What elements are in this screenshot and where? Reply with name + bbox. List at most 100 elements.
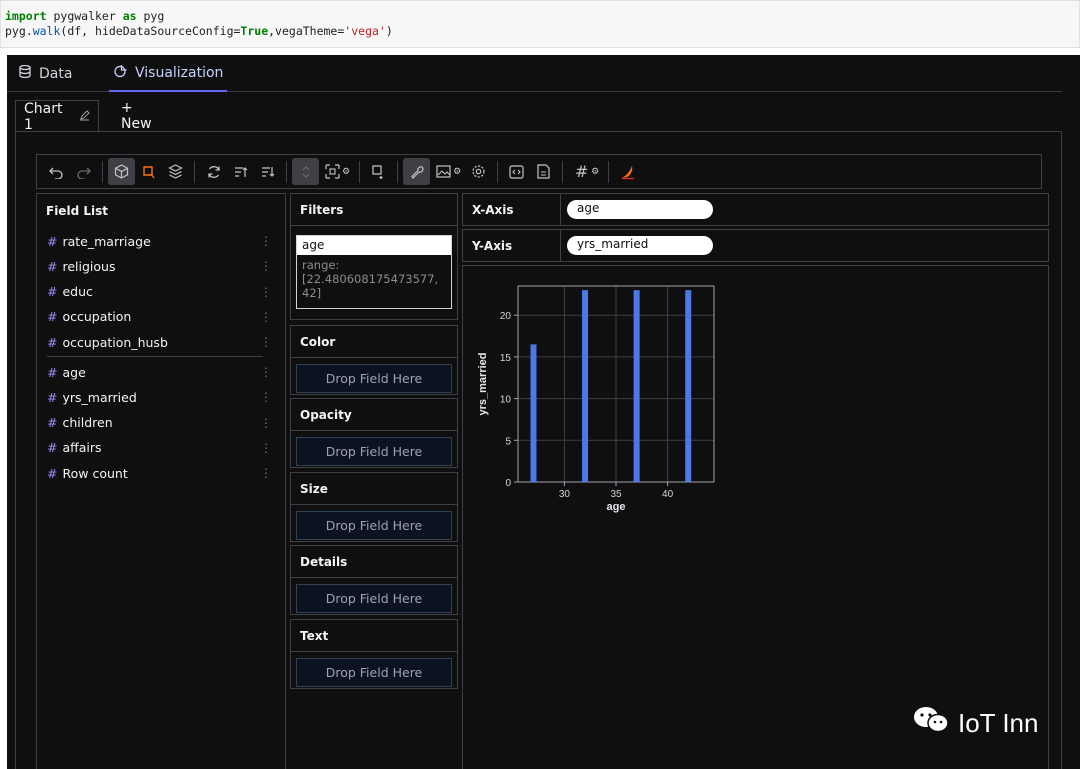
undo-icon[interactable] <box>43 158 70 185</box>
x-axis-field-pill[interactable]: age <box>567 200 713 219</box>
filters-title: Filters <box>291 194 457 226</box>
database-icon <box>19 64 31 82</box>
sort-descending-icon[interactable] <box>254 158 281 185</box>
x-tick-label: 35 <box>610 489 622 500</box>
details-drop-zone[interactable]: Drop Field Here <box>296 584 452 613</box>
toolbar-divider <box>194 160 195 183</box>
format-options-icon[interactable]: ⚙ <box>591 167 599 177</box>
bar <box>530 344 537 482</box>
code-cell[interactable]: import pygwalker as pyg pyg.walk(df, hid… <box>0 0 1080 48</box>
field-name: occupation_husb <box>62 334 168 350</box>
x-axis-label: X-Axis <box>463 194 561 225</box>
y-tick-label: 5 <box>505 436 511 447</box>
field-divider <box>47 356 263 357</box>
y-tick-label: 20 <box>500 311 512 322</box>
opacity-channel-title: Opacity <box>291 399 457 431</box>
bar <box>582 290 589 482</box>
opacity-drop-zone[interactable]: Drop Field Here <box>296 437 452 466</box>
more-options-icon[interactable]: ⋮ <box>260 310 272 324</box>
more-options-icon[interactable]: ⋮ <box>260 285 272 299</box>
toolbar-divider <box>397 160 399 183</box>
y-axis-title: yrs_married <box>477 353 489 416</box>
field-name: religious <box>62 258 116 274</box>
number-type-icon: # <box>47 233 58 249</box>
text-channel: Text Drop Field Here <box>290 619 458 689</box>
details-channel-title: Details <box>291 546 457 578</box>
number-type-icon: # <box>47 415 58 431</box>
field-item[interactable]: # Row count ⋮ <box>47 462 272 484</box>
gear-icon[interactable] <box>465 158 492 185</box>
new-chart-button[interactable]: + New <box>113 100 160 132</box>
number-type-icon: # <box>47 465 58 481</box>
y-tick-label: 15 <box>500 353 512 364</box>
redo-icon[interactable] <box>70 158 97 185</box>
filter-item-age[interactable]: age range: [22.480608175473577, 42] <box>296 235 452 309</box>
brush-select-icon[interactable] <box>365 158 392 185</box>
settings-dot-icon[interactable]: ⚙ <box>342 167 350 177</box>
chart-area: 0 5 10 15 20 30 35 40 age yrs_married <box>462 265 1049 769</box>
more-options-icon[interactable]: ⋮ <box>260 441 272 455</box>
code-export-icon[interactable] <box>503 158 530 185</box>
toolbar-divider <box>608 160 610 183</box>
export-options-icon[interactable]: ⚙ <box>453 167 461 177</box>
filter-field-name: age <box>297 236 451 255</box>
pygwalker-app: Data Visualization Chart 1 + New ⚙ ⚙ # ⚙… <box>7 55 1080 769</box>
chart-panel: ⚙ ⚙ # ⚙ Field List # rate_marriage ⋮ # relig… <box>15 131 1062 769</box>
document-icon[interactable] <box>530 158 557 185</box>
field-item[interactable]: # yrs_married ⋮ <box>47 386 272 408</box>
tab-visualization[interactable]: Visualization <box>109 55 228 92</box>
painter-wrench-icon[interactable] <box>403 158 431 185</box>
toolbar-divider <box>286 160 287 183</box>
transpose-icon[interactable] <box>292 158 319 185</box>
more-options-icon[interactable]: ⋮ <box>260 259 272 273</box>
sort-ascending-icon[interactable] <box>227 158 254 185</box>
field-name: occupation <box>62 309 132 325</box>
y-axis-shelf: Y-Axis yrs_married <box>462 229 1049 262</box>
more-options-icon[interactable]: ⋮ <box>260 466 272 480</box>
size-drop-zone[interactable]: Drop Field Here <box>296 511 452 540</box>
color-drop-zone[interactable]: Drop Field Here <box>296 364 452 393</box>
tab-data[interactable]: Data <box>19 55 72 92</box>
field-item[interactable]: # children ⋮ <box>47 412 272 434</box>
color-channel: Color Drop Field Here <box>290 325 458 395</box>
more-options-icon[interactable]: ⋮ <box>260 335 272 349</box>
number-type-icon: # <box>47 440 58 456</box>
toolbar: ⚙ ⚙ # ⚙ <box>36 154 1042 189</box>
kanaries-logo-icon[interactable] <box>614 158 641 185</box>
field-item[interactable]: # educ ⋮ <box>47 281 272 303</box>
more-options-icon[interactable]: ⋮ <box>260 416 272 430</box>
y-axis-field-pill[interactable]: yrs_married <box>567 236 713 255</box>
number-type-icon: # <box>47 258 58 274</box>
x-axis-shelf: X-Axis age <box>462 193 1049 226</box>
field-item[interactable]: # occupation_husb ⋮ <box>47 331 272 353</box>
text-drop-zone[interactable]: Drop Field Here <box>296 658 452 687</box>
stack-layers-icon[interactable] <box>162 158 189 185</box>
number-type-icon: # <box>47 389 58 405</box>
top-tabs: Data Visualization <box>7 55 1062 92</box>
field-item[interactable]: # affairs ⋮ <box>47 437 272 459</box>
field-item[interactable]: # age ⋮ <box>47 361 272 383</box>
tab-data-label: Data <box>39 65 73 82</box>
field-name: children <box>62 415 113 431</box>
bar-chart[interactable]: 0 5 10 15 20 30 35 40 age yrs_married <box>463 266 723 536</box>
details-channel: Details Drop Field Here <box>290 545 458 615</box>
filter-range-label: range: <box>302 258 340 272</box>
edit-icon[interactable] <box>79 109 90 125</box>
chart-pie-icon <box>113 64 127 82</box>
tab-visualization-label: Visualization <box>135 64 224 81</box>
field-item[interactable]: # occupation ⋮ <box>47 306 272 328</box>
tab-chart-1[interactable]: Chart 1 <box>15 100 99 133</box>
field-list-title: Field List <box>46 204 108 218</box>
refresh-icon[interactable] <box>200 158 227 185</box>
more-options-icon[interactable]: ⋮ <box>260 365 272 379</box>
aggregation-cube-icon[interactable] <box>108 158 135 185</box>
bar <box>685 290 692 482</box>
more-options-icon[interactable]: ⋮ <box>260 390 272 404</box>
number-type-icon: # <box>47 334 58 350</box>
field-item[interactable]: # religious ⋮ <box>47 255 272 277</box>
field-item[interactable]: # rate_marriage ⋮ <box>47 230 272 252</box>
mark-type-icon[interactable] <box>135 158 162 185</box>
more-options-icon[interactable]: ⋮ <box>260 234 272 248</box>
y-tick-label: 10 <box>500 395 512 406</box>
filter-range-value: [22.480608175473577, 42] <box>302 272 439 300</box>
